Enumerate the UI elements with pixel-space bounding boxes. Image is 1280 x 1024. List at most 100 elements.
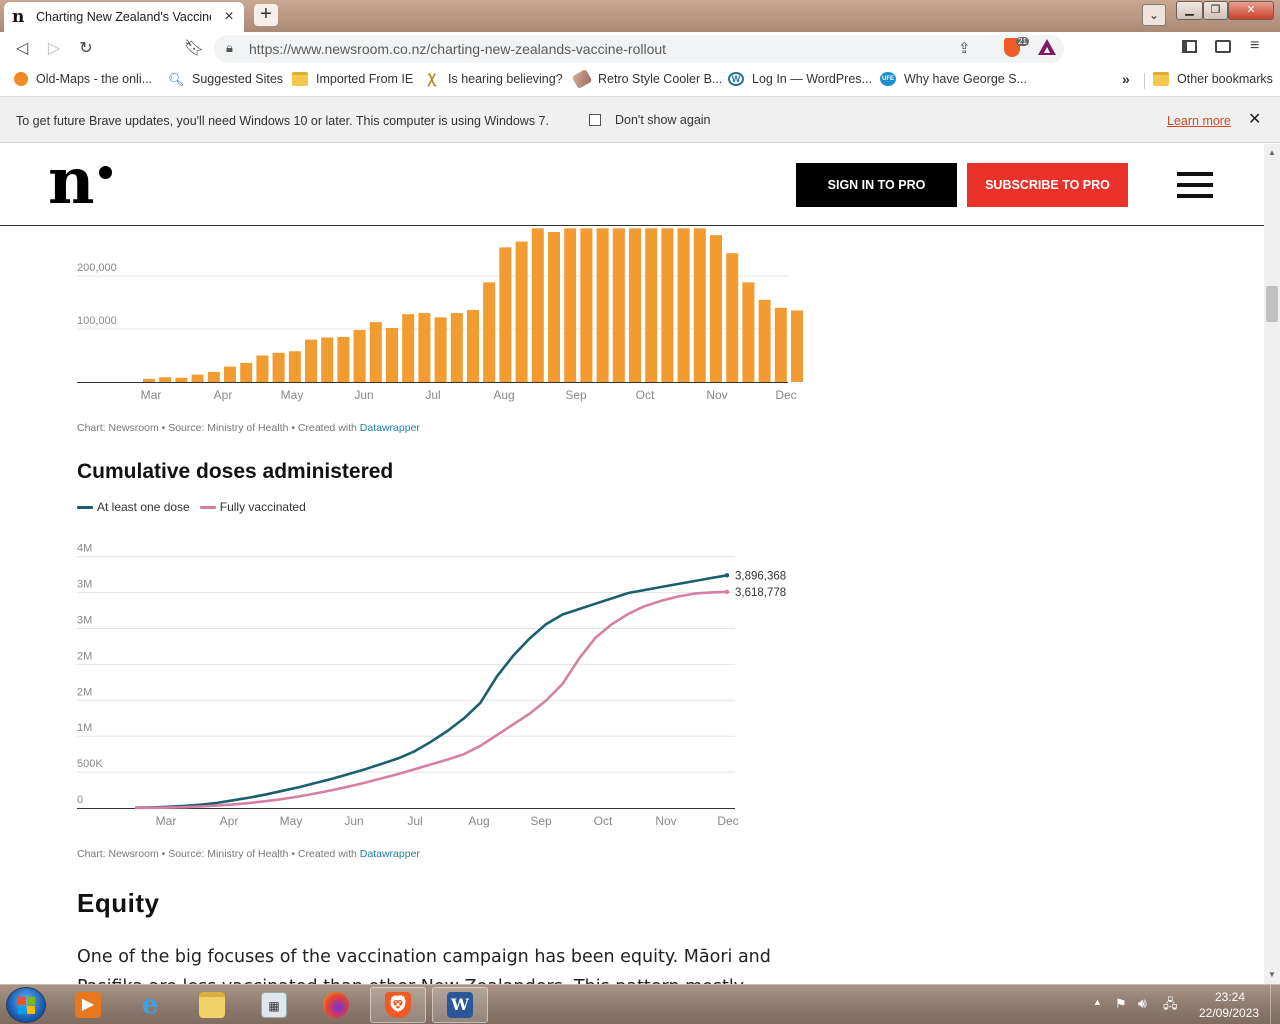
x-tick-label: Sep	[530, 814, 552, 828]
learn-more-link[interactable]: Learn more	[1167, 114, 1231, 128]
taskbar-calculator[interactable]: ▦	[246, 987, 302, 1023]
shields-count-badge: 21	[1016, 37, 1029, 46]
address-bar[interactable]: 🔒︎ https://www.newsroom.co.nz/charting-n…	[214, 35, 1064, 63]
word-icon: W	[447, 992, 473, 1018]
newsroom-logo[interactable]: n	[48, 150, 94, 214]
forward-button[interactable]: ▷	[43, 38, 65, 58]
y-tick-label: 1M	[77, 722, 92, 734]
window-close-button[interactable]: ✕	[1228, 1, 1274, 20]
lock-icon[interactable]: 🔒︎	[226, 40, 233, 56]
url-text[interactable]: https://www.newsroom.co.nz/charting-new-…	[249, 41, 666, 57]
legend-label-first-dose: At least one dose	[97, 500, 190, 514]
bar	[742, 282, 755, 382]
taskbar-brave[interactable]: 🦁︎	[370, 987, 426, 1023]
bookmark-imported-from-ie[interactable]: Imported From IE	[292, 72, 413, 86]
taskbar-word[interactable]: W	[432, 987, 488, 1023]
reload-button[interactable]: ↻	[75, 38, 97, 58]
datawrapper-link[interactable]: Datawrapper	[360, 422, 420, 434]
tab-search-button[interactable]: ⌄	[1142, 4, 1166, 26]
show-desktop-button[interactable]	[1270, 985, 1280, 1024]
hamburger-menu-icon[interactable]	[1177, 172, 1213, 198]
dont-show-label[interactable]: Don't show again	[615, 113, 711, 127]
ufe-icon: UFE	[880, 72, 896, 86]
window-minimize-button[interactable]: ▁	[1176, 1, 1203, 20]
section-heading: Equity	[77, 888, 160, 918]
newsroom-favicon-icon: n	[12, 6, 25, 27]
bar	[143, 378, 155, 382]
x-tick-label: May	[280, 814, 303, 828]
tab-close-icon[interactable]: ×	[222, 8, 236, 26]
menu-icon[interactable]: ≡	[1250, 37, 1259, 55]
y-tick-label: 200,000	[77, 262, 117, 274]
bar	[531, 228, 544, 382]
new-tab-button[interactable]: +	[254, 4, 278, 26]
bar	[224, 366, 236, 382]
start-button[interactable]	[6, 987, 46, 1023]
bookmark-george[interactable]: UFE Why have George S...	[880, 72, 1027, 86]
bookmarks-more-button[interactable]: »	[1122, 71, 1130, 87]
chart-legend: At least one dose Fully vaccinated	[77, 500, 306, 514]
subscribe-pro-button[interactable]: SUBSCRIBE TO PRO	[967, 163, 1128, 207]
sidebar-icon[interactable]	[1182, 40, 1197, 53]
newsroom-logo-dot	[99, 166, 112, 179]
bookmark-retro-cooler[interactable]: Retro Style Cooler B...	[571, 68, 722, 90]
bookmark-suggested-sites[interactable]: 🔍︎ Suggested Sites	[168, 72, 284, 87]
browser-toolbar: ◁ ▷ ↻ 🔖︎ 🔒︎ https://www.newsroom.co.nz/c…	[0, 32, 1280, 65]
clock-date[interactable]: 22/09/2023	[1194, 1006, 1264, 1020]
x-tick-label: Mar	[156, 814, 177, 828]
bookmark-old-maps[interactable]: Old-Maps - the onli...	[14, 72, 152, 86]
bookmark-page-icon[interactable]: 🔖︎	[183, 38, 205, 58]
x-tick-label: Oct	[636, 388, 655, 402]
brave-rewards-icon-inner	[1044, 47, 1050, 53]
window-maximize-button[interactable]: ❐	[1203, 1, 1228, 20]
bar	[288, 351, 301, 382]
taskbar-internet-explorer[interactable]: e	[122, 987, 178, 1023]
bookmark-label: Suggested Sites	[192, 72, 284, 86]
back-button[interactable]: ◁	[11, 38, 33, 58]
bookmark-other[interactable]: Other bookmarks	[1153, 72, 1273, 86]
x-tick-label: Dec	[717, 814, 738, 828]
network-icon[interactable]: 🖧	[1163, 995, 1178, 1017]
taskbar-media-player[interactable]: ▶	[60, 987, 116, 1023]
action-center-flag-icon[interactable]: ⚑	[1115, 996, 1127, 1012]
infobar-close-icon[interactable]: ✕	[1248, 109, 1261, 129]
bookmark-wordpress[interactable]: W Log In — WordPres...	[728, 72, 872, 86]
scroll-thumb[interactable]	[1266, 286, 1278, 322]
tray-expand-icon[interactable]: ▲	[1093, 997, 1102, 1007]
bar	[564, 228, 577, 382]
chart-credit-text: Chart: Newsroom • Source: Ministry of He…	[77, 422, 360, 434]
bar	[661, 228, 674, 382]
bar	[386, 327, 398, 382]
wallet-icon[interactable]	[1215, 40, 1231, 53]
volume-icon[interactable]: 🔊︎	[1138, 995, 1147, 1012]
bar	[191, 374, 204, 382]
windows-taskbar: ▶ e ▦ 🦁︎ W ▲ ⚑ 🔊︎ 🖧 23:24 22/09/2023	[0, 984, 1280, 1024]
bar	[774, 307, 787, 382]
share-icon[interactable]: ⇪	[958, 39, 971, 57]
sign-in-pro-button[interactable]: SIGN IN TO PRO	[796, 163, 957, 207]
x-tick-label: Sep	[565, 388, 587, 402]
x-tick-label: Oct	[594, 814, 613, 828]
bookmark-label: Old-Maps - the onli...	[36, 72, 153, 86]
windows-logo-yellow	[27, 1006, 35, 1014]
scroll-down-arrow-icon[interactable]: ▼	[1268, 970, 1276, 979]
bookmark-hearing[interactable]: Ꭓ Is hearing believing?	[424, 72, 563, 87]
taskbar-firefox[interactable]	[308, 987, 364, 1023]
calculator-icon: ▦	[261, 992, 287, 1018]
cumulative-doses-line-chart: 0 500K 1M 2M 2M 3M 3M 4M Mar Apr May Jun Jul Aug Sep Oc…	[77, 543, 786, 828]
dont-show-checkbox[interactable]	[589, 114, 601, 126]
browser-tab[interactable]: n Charting New Zealand's Vaccine R ×	[4, 2, 244, 32]
window-titlebar: n Charting New Zealand's Vaccine R × + ⌄…	[0, 0, 1280, 32]
bar	[629, 228, 641, 382]
bar	[791, 310, 803, 382]
page-scrollbar[interactable]: ▲ ▼	[1264, 144, 1280, 984]
taskbar-file-explorer[interactable]	[184, 987, 240, 1023]
scroll-up-arrow-icon[interactable]: ▲	[1268, 148, 1276, 157]
bar	[467, 309, 479, 382]
clock-time[interactable]: 23:24	[1200, 990, 1260, 1004]
file-explorer-icon	[199, 992, 225, 1018]
y-tick-label: 500K	[77, 758, 103, 770]
daily-doses-bar-chart: 100,000 200,000 Mar Apr May Jun Jul Aug Sep Oct No…	[77, 228, 803, 402]
datawrapper-link[interactable]: Datawrapper	[360, 848, 420, 860]
firefox-icon	[323, 992, 349, 1018]
